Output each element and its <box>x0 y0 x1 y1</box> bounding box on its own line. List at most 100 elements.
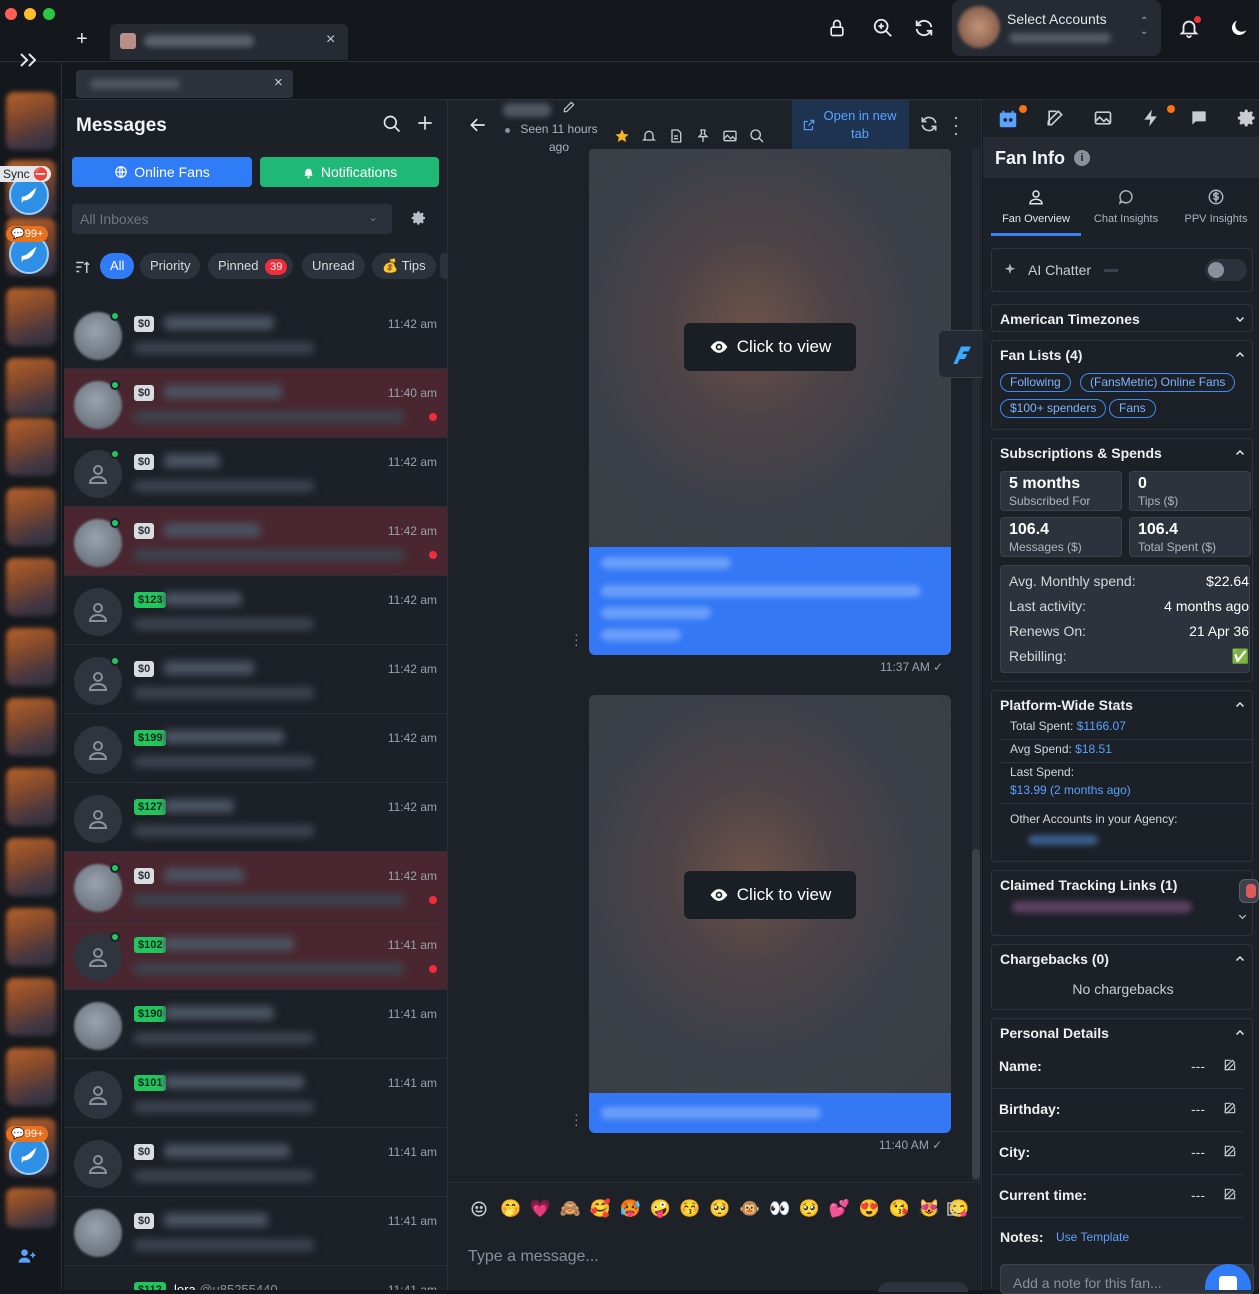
rail-account-avatar[interactable] <box>6 92 56 150</box>
message-menu-icon[interactable]: · · · <box>574 1107 579 1131</box>
fansmetric-logo-icon[interactable] <box>938 330 984 378</box>
conversation-row[interactable]: $0 11:42 am <box>64 438 447 507</box>
open-in-new-tab-button[interactable]: Open in new tab <box>792 100 909 150</box>
fan-list-100-spenders[interactable]: $100+ spenders <box>1000 399 1107 418</box>
conversation-row[interactable]: $0 11:42 am <box>64 300 447 369</box>
filter-unread[interactable]: Unread <box>302 253 365 279</box>
filter-priority[interactable]: Priority <box>140 253 201 279</box>
filter-pinned[interactable]: Pinned 39 <box>208 253 294 279</box>
sync-badge[interactable]: Sync ⛔ <box>0 166 51 182</box>
message-bubble-2[interactable] <box>589 1093 951 1133</box>
online-fans-button[interactable]: Online Fans <box>72 157 252 187</box>
zoom-in-icon[interactable] <box>869 14 897 42</box>
sub-tab[interactable]: × <box>76 70 293 98</box>
gear-icon[interactable] <box>411 210 427 226</box>
conversation-row[interactable]: $101 11:41 am <box>64 1059 447 1128</box>
conversation-row[interactable]: $0 11:42 am <box>64 507 447 576</box>
conversation-row[interactable]: $190 11:41 am <box>64 990 447 1059</box>
tab-fan-overview[interactable]: Fan Overview <box>991 188 1081 236</box>
chevron-down-icon[interactable] <box>1237 911 1248 922</box>
other-account-redacted[interactable] <box>1028 835 1098 845</box>
chevron-up-icon[interactable] <box>1234 953 1246 965</box>
conversation-row[interactable]: $0 11:41 am <box>64 1197 447 1266</box>
document-icon[interactable] <box>668 128 684 144</box>
maximize-window-button[interactable] <box>43 8 55 20</box>
rail-account-avatar[interactable] <box>6 628 56 686</box>
chevron-up-icon[interactable] <box>1234 1027 1246 1039</box>
fan-list-fans[interactable]: Fans <box>1109 399 1156 418</box>
rail-account-avatar[interactable] <box>6 768 56 826</box>
tracking-link-redacted[interactable] <box>1012 901 1192 913</box>
rail-account-avatar[interactable] <box>6 558 56 616</box>
lock-icon[interactable] <box>823 14 851 42</box>
chevron-up-icon[interactable] <box>1234 447 1246 459</box>
rail-account-avatar[interactable] <box>6 978 56 1036</box>
info-icon[interactable]: i <box>1074 150 1090 166</box>
new-message-icon[interactable] <box>415 113 435 133</box>
conversation-row[interactable]: $127 11:42 am <box>64 783 447 852</box>
rail-account-avatar[interactable] <box>6 488 56 546</box>
rail-account-avatar[interactable] <box>6 698 56 756</box>
chevron-up-icon[interactable] <box>1234 349 1246 361</box>
select-accounts-dropdown[interactable]: Select Accounts ⌃ ⌄ <box>952 0 1161 56</box>
ai-chatter-toggle[interactable] <box>1205 259 1247 281</box>
settings-icon[interactable] <box>1237 108 1257 128</box>
fan-list-following[interactable]: Following <box>1000 373 1071 392</box>
rail-account-avatar[interactable] <box>6 418 56 476</box>
rail-account-avatar[interactable] <box>6 1048 56 1106</box>
conversation-row[interactable]: $199 11:42 am <box>64 714 447 783</box>
calendar-icon[interactable] <box>997 108 1019 130</box>
conversation-row[interactable]: $0 11:40 am <box>64 369 447 438</box>
click-to-view-button-2[interactable]: Click to view <box>684 871 856 919</box>
gallery-icon[interactable] <box>1093 108 1113 128</box>
quick-emojis[interactable]: 🤭 💗 🙈 🥰 🥵 🤪 😚 🥺 🐵 👀 🥺 💕 😍 😘 😻 😋 <box>500 1199 972 1219</box>
edit-name-icon[interactable] <box>1223 1058 1237 1072</box>
star-icon[interactable] <box>614 128 630 144</box>
fan-list-online-fans[interactable]: (FansMetric) Online Fans <box>1080 373 1236 392</box>
emoji-picker-icon[interactable] <box>470 1200 488 1218</box>
bell-icon[interactable] <box>1175 14 1203 42</box>
lightning-icon[interactable] <box>1141 108 1161 128</box>
use-template-link[interactable]: Use Template <box>1056 1230 1129 1244</box>
moon-icon[interactable] <box>1225 14 1253 42</box>
message-bubble-1[interactable] <box>589 547 951 655</box>
message-input[interactable]: Type a message... <box>468 1248 599 1266</box>
filter-tips[interactable]: 💰 Tips <box>372 253 436 279</box>
template-icon[interactable] <box>944 1200 960 1218</box>
filter-all[interactable]: All <box>100 253 135 279</box>
tab-chat-insights[interactable]: Chat Insights <box>1081 188 1171 236</box>
search-icon[interactable] <box>382 114 402 134</box>
rail-account-avatar[interactable] <box>6 288 56 346</box>
rail-account-avatar[interactable] <box>6 838 56 896</box>
american-timezones-section[interactable]: American Timezones <box>991 304 1253 332</box>
conversation-row[interactable]: $0 11:42 am <box>64 852 447 921</box>
close-tab-icon[interactable]: × <box>326 31 335 49</box>
expand-rail-icon[interactable] <box>16 48 40 72</box>
bell-outline-icon[interactable] <box>641 128 657 144</box>
conversation-row[interactable]: $123 11:42 am <box>64 576 447 645</box>
thread-scrollbar[interactable] <box>972 149 980 1181</box>
sync-icon[interactable] <box>919 114 939 134</box>
refresh-icon[interactable] <box>910 14 938 42</box>
tab-ppv-insights[interactable]: PPV Insights <box>1171 188 1259 236</box>
edit-current-time-icon[interactable] <box>1223 1187 1237 1201</box>
search-icon[interactable] <box>749 128 765 144</box>
add-user-icon[interactable] <box>17 1246 37 1266</box>
notifications-button[interactable]: Notifications <box>260 157 439 187</box>
click-to-view-button-1[interactable]: Click to view <box>684 323 856 371</box>
chevron-up-icon[interactable] <box>1234 699 1246 711</box>
edit-city-icon[interactable] <box>1223 1144 1237 1158</box>
edit-birthday-icon[interactable] <box>1223 1101 1237 1115</box>
image-icon[interactable] <box>722 128 738 144</box>
sort-icon[interactable] <box>74 258 92 276</box>
close-sub-tab-icon[interactable]: × <box>274 74 283 91</box>
conversation-row[interactable]: $0 11:42 am <box>64 645 447 714</box>
edit-name-icon[interactable] <box>562 100 576 114</box>
conversation-row[interactable]: $0 11:41 am <box>64 1128 447 1197</box>
browser-tab[interactable]: × <box>110 24 348 60</box>
pin-icon[interactable] <box>695 128 711 144</box>
send-button[interactable] <box>878 1282 968 1292</box>
conversation-row[interactable]: $112 lora @u85255440 11:41 am <box>64 1266 447 1290</box>
edit-icon[interactable] <box>1045 108 1065 128</box>
rail-account-avatar[interactable] <box>6 1188 56 1228</box>
